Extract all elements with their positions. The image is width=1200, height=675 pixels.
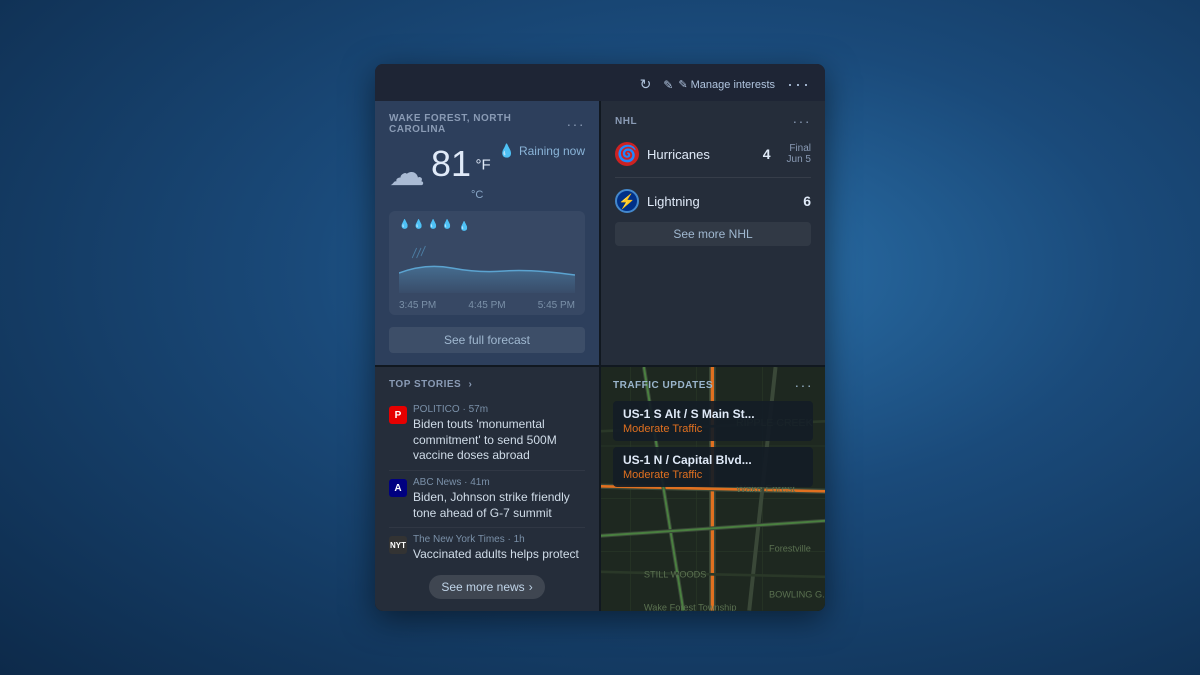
game-status: Final Jun 5: [787, 143, 811, 165]
hurricanes-name: Hurricanes: [647, 147, 743, 162]
nhl-divider: [615, 177, 811, 178]
weather-tile: WAKE FOREST, NORTH CAROLINA ··· ☁ 81 °F …: [375, 101, 599, 365]
news-headline-1: Biden touts 'monumental commitment' to s…: [413, 417, 585, 464]
time-1: 3:45 PM: [399, 300, 436, 311]
news-headline-3: Vaccinated adults helps protect: [413, 547, 579, 563]
weather-more-button[interactable]: ···: [567, 116, 586, 132]
lightning-row: ⚡ Lightning 6: [615, 184, 811, 218]
traffic-overlay: TRAFFIC UPDATES ··· US-1 S Alt / S Main …: [601, 367, 825, 503]
nyt-icon: NYT: [389, 536, 407, 554]
traffic-tile: RIPPLE CREEK Wake Forest STILL WOODS For…: [601, 367, 825, 611]
route-2-name: US-1 N / Capital Blvd...: [623, 453, 803, 467]
widget-container: ↻ ✎ ✎ Manage interests ··· WAKE FOREST, …: [375, 64, 825, 611]
drop2: 💧: [413, 219, 424, 237]
news-content-3: The New York Times · 1h Vaccinated adult…: [413, 534, 579, 563]
raindrop-icon: 💧: [499, 143, 515, 159]
news-item-3[interactable]: NYT The New York Times · 1h Vaccinated a…: [389, 528, 585, 569]
manage-interests-button[interactable]: ✎ ✎ Manage interests: [663, 78, 775, 92]
route-1-status: Moderate Traffic: [623, 423, 803, 435]
news-item-1[interactable]: P POLITICO · 57m Biden touts 'monumental…: [389, 398, 585, 471]
traffic-route-2[interactable]: US-1 N / Capital Blvd... Moderate Traffi…: [613, 447, 813, 487]
weather-tile-header: WAKE FOREST, NORTH CAROLINA ···: [389, 113, 585, 135]
news-meta-3: The New York Times · 1h: [413, 534, 579, 545]
hurricanes-score: 4: [751, 146, 771, 162]
see-more-news-button[interactable]: See more news ›: [429, 575, 544, 599]
nhl-more-button[interactable]: ···: [793, 113, 812, 129]
weather-location: WAKE FOREST, NORTH CAROLINA: [389, 113, 567, 135]
time-3: 5:45 PM: [538, 300, 575, 311]
hurricanes-row: 🌀 Hurricanes 4 Final Jun 5: [615, 137, 811, 171]
lightning-logo: ⚡: [615, 189, 639, 213]
lightning-name: Lightning: [647, 194, 783, 209]
news-meta-2: ABC News · 41m: [413, 477, 585, 488]
temp-unit-f: °F: [476, 157, 491, 174]
drop3: 💧: [427, 219, 438, 237]
hurricanes-logo: 🌀: [615, 142, 639, 166]
rain-chart: 💧 💧 💧 💧 💧: [389, 211, 585, 315]
refresh-icon: ↻: [640, 76, 652, 93]
tiles-grid: WAKE FOREST, NORTH CAROLINA ··· ☁ 81 °F …: [375, 101, 825, 611]
see-forecast-button[interactable]: See full forecast: [389, 327, 585, 353]
news-item-2[interactable]: A ABC News · 41m Biden, Johnson strike f…: [389, 471, 585, 528]
see-more-nhl-button[interactable]: See more NHL: [615, 222, 811, 246]
politico-icon: P: [389, 406, 407, 424]
drop1: 💧: [399, 219, 410, 237]
nhl-tile: NHL ··· 🌀 Hurricanes 4 Final Jun 5 ⚡ Lig…: [601, 101, 825, 365]
nhl-tile-header: NHL ···: [615, 113, 811, 129]
weather-condition: 💧 Raining now: [499, 143, 585, 159]
refresh-button[interactable]: ↻: [640, 76, 652, 93]
cloud-icon: ☁: [389, 152, 425, 194]
svg-text:Wake Forest Township: Wake Forest Township: [644, 603, 737, 611]
route-2-status: Moderate Traffic: [623, 469, 803, 481]
lightning-score: 6: [791, 193, 811, 209]
temperature-value: 81: [431, 143, 471, 184]
svg-text:BOWLING G...: BOWLING G...: [769, 590, 825, 600]
svg-text:STILL WOODS: STILL WOODS: [644, 570, 707, 580]
weather-temp-display: 81 °F °C: [431, 143, 491, 203]
news-title: TOP STORIES ›: [389, 379, 472, 390]
time-2: 4:45 PM: [468, 300, 505, 311]
temp-unit-c: °C: [431, 189, 483, 201]
traffic-route-1[interactable]: US-1 S Alt / S Main St... Moderate Traff…: [613, 401, 813, 441]
news-headline-2: Biden, Johnson strike friendly tone ahea…: [413, 490, 585, 521]
rain-drops-row: 💧 💧 💧 💧 💧: [399, 219, 575, 237]
traffic-more-button[interactable]: ···: [795, 377, 814, 393]
news-content-2: ABC News · 41m Biden, Johnson strike fri…: [413, 477, 585, 521]
traffic-title: TRAFFIC UPDATES: [613, 380, 713, 391]
chart-times: 3:45 PM 4:45 PM 5:45 PM: [399, 300, 575, 311]
pencil-icon: ✎: [663, 78, 673, 92]
drop5: 💧: [459, 221, 470, 237]
news-content-1: POLITICO · 57m Biden touts 'monumental c…: [413, 404, 585, 464]
news-tile: TOP STORIES › P POLITICO · 57m Biden tou…: [375, 367, 599, 611]
drop4: 💧: [442, 219, 453, 237]
news-tile-header: TOP STORIES ›: [389, 379, 585, 390]
abc-icon: A: [389, 479, 407, 497]
route-1-name: US-1 S Alt / S Main St...: [623, 407, 803, 421]
rainfall-chart-svg: [399, 243, 575, 293]
news-meta-1: POLITICO · 57m: [413, 404, 585, 415]
traffic-tile-header: TRAFFIC UPDATES ···: [613, 377, 813, 393]
nhl-title: NHL: [615, 116, 637, 127]
header-more-button[interactable]: ···: [787, 74, 811, 95]
svg-text:Forestville: Forestville: [769, 544, 811, 554]
widget-header: ↻ ✎ ✎ Manage interests ···: [375, 64, 825, 101]
